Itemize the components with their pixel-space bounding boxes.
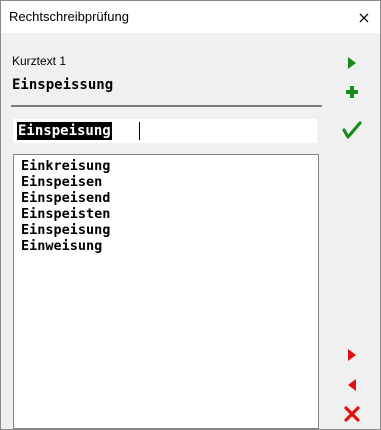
title-bar: Rechtschreibprüfung × — [1, 1, 380, 33]
separator — [11, 105, 322, 107]
arrow-left-icon — [348, 379, 356, 391]
spellcheck-dialog: Rechtschreibprüfung × Kurztext 1 Einspei… — [0, 0, 381, 430]
close-icon: × — [357, 7, 371, 27]
arrow-right-icon — [348, 349, 356, 361]
next-error-button[interactable] — [340, 344, 364, 366]
replacement-input[interactable]: Einspeisung — [13, 119, 317, 143]
x-icon — [344, 406, 360, 422]
suggestion-item[interactable]: Einweisung — [14, 238, 318, 254]
add-to-dictionary-button[interactable] — [340, 81, 364, 103]
text-caret — [139, 122, 140, 140]
cancel-button[interactable] — [340, 403, 364, 425]
suggestion-list[interactable]: Einkreisung Einspeisen Einspeisend Einsp… — [13, 154, 319, 429]
replacement-text[interactable]: Einspeisung — [17, 122, 112, 140]
suggestion-item[interactable]: Einspeisen — [14, 174, 318, 190]
suggestion-item[interactable]: Einkreisung — [14, 158, 318, 174]
original-word: Einspeissung — [12, 77, 114, 93]
field-label: Kurztext 1 — [12, 54, 67, 68]
plus-icon — [346, 86, 358, 98]
suggestion-item[interactable]: Einspeisung — [14, 222, 318, 238]
window-title: Rechtschreibprüfung — [9, 9, 129, 24]
suggestion-item[interactable]: Einspeisten — [14, 206, 318, 222]
close-button[interactable]: × — [348, 1, 380, 33]
next-button[interactable] — [340, 52, 364, 74]
play-right-icon — [348, 57, 356, 69]
accept-button[interactable] — [340, 119, 364, 141]
previous-error-button[interactable] — [340, 374, 364, 396]
checkmark-icon — [342, 121, 362, 139]
suggestion-item[interactable]: Einspeisend — [14, 190, 318, 206]
